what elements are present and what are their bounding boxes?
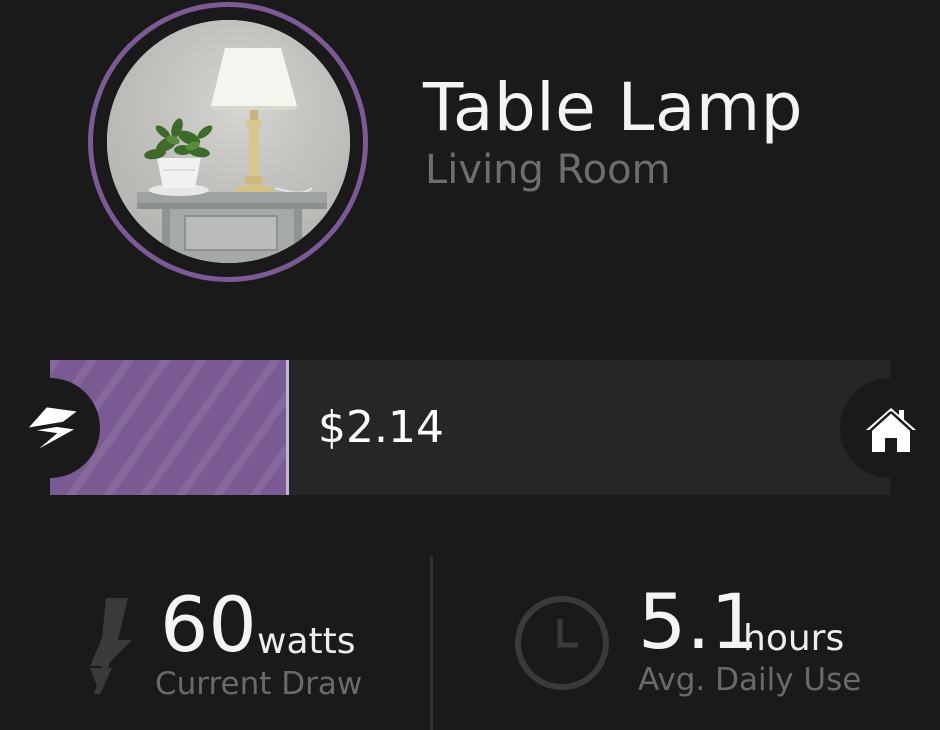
cost-progress-bar: [50, 360, 890, 495]
lamp-photo-image: [107, 20, 350, 263]
home-icon[interactable]: [864, 406, 918, 454]
bolt-icon: [90, 598, 132, 694]
device-avatar[interactable]: [107, 20, 350, 263]
avg-daily-use-value: 5.1: [638, 577, 759, 666]
device-name: Table Lamp: [423, 69, 804, 146]
avg-daily-use-label: Avg. Daily Use: [638, 662, 862, 698]
device-detail-screen: Table Lamp Living Room $2.14 60 watts Cu…: [0, 0, 940, 730]
current-draw-label: Current Draw: [155, 666, 363, 702]
device-room: Living Room: [425, 147, 671, 193]
bolt-icon[interactable]: [22, 400, 78, 456]
avg-daily-use-unit: hours: [743, 618, 845, 659]
current-draw-unit: watts: [257, 621, 356, 662]
clock-icon: [515, 596, 609, 690]
current-draw-value: 60: [160, 580, 257, 669]
cost-value: $2.14: [318, 402, 444, 453]
stats-divider: [430, 556, 433, 730]
